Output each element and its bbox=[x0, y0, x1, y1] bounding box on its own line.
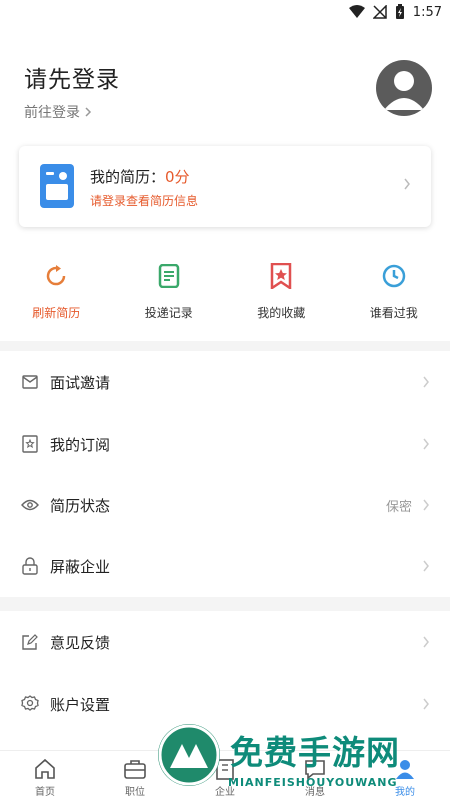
user-icon bbox=[393, 757, 417, 781]
resume-status-value: 保密 bbox=[385, 499, 412, 515]
quick-action-label: 我的收藏 bbox=[257, 306, 306, 320]
menu-label: 账户设置 bbox=[50, 695, 111, 714]
quick-action-label: 谁看过我 bbox=[369, 306, 418, 320]
go-login-link[interactable]: 前往登录 bbox=[24, 102, 92, 122]
chevron-right-icon bbox=[422, 697, 430, 711]
battery-icon bbox=[395, 4, 405, 20]
bottom-nav: 首页 职位 企业 消息 我的 bbox=[0, 750, 450, 800]
wifi-icon bbox=[348, 5, 365, 19]
quick-action-label: 刷新简历 bbox=[32, 306, 81, 320]
nav-me[interactable]: 我的 bbox=[360, 751, 450, 800]
resume-icon bbox=[40, 164, 74, 208]
quick-action-favorites[interactable]: 我的收藏 bbox=[225, 262, 338, 326]
nav-companies[interactable]: 企业 bbox=[180, 751, 270, 800]
status-time: 1:57 bbox=[412, 4, 442, 20]
quick-actions: 刷新简历 投递记录 我的收藏 谁看过我 bbox=[0, 262, 450, 326]
go-login-label: 前往登录 bbox=[24, 105, 80, 121]
menu-item-resume-status[interactable]: 简历状态 保密 bbox=[0, 474, 450, 536]
menu-item-account-settings[interactable]: 账户设置 bbox=[0, 673, 450, 735]
profile-header: 请先登录 前往登录 bbox=[24, 50, 434, 130]
nav-messages[interactable]: 消息 bbox=[270, 751, 360, 800]
chevron-right-icon bbox=[422, 635, 430, 649]
nav-label: 企业 bbox=[215, 787, 235, 798]
menu-item-feedback[interactable]: 意见反馈 bbox=[0, 611, 450, 673]
status-bar: 1:57 bbox=[0, 0, 450, 24]
building-icon bbox=[213, 757, 237, 781]
menu-label: 面试邀请 bbox=[50, 373, 111, 392]
lock-icon bbox=[21, 557, 39, 575]
mail-icon bbox=[21, 373, 39, 391]
resume-card[interactable]: 我的简历：0分 请登录查看简历信息 bbox=[19, 146, 431, 227]
quick-action-delivery-records[interactable]: 投递记录 bbox=[113, 262, 226, 326]
settings-icon bbox=[21, 695, 39, 713]
refresh-icon bbox=[42, 262, 70, 290]
resume-title: 我的简历：0分 bbox=[90, 166, 190, 187]
quick-action-label: 投递记录 bbox=[144, 306, 193, 320]
chevron-right-icon bbox=[422, 437, 430, 451]
bookmark-star-icon bbox=[267, 262, 295, 290]
menu-label: 意见反馈 bbox=[50, 633, 111, 652]
nav-home[interactable]: 首页 bbox=[0, 751, 90, 800]
section-divider bbox=[0, 597, 450, 611]
message-icon bbox=[303, 757, 327, 781]
section-divider bbox=[0, 341, 450, 351]
quick-action-who-viewed-me[interactable]: 谁看过我 bbox=[338, 262, 450, 326]
no-signal-icon bbox=[372, 5, 387, 19]
login-prompt-title[interactable]: 请先登录 bbox=[24, 60, 120, 94]
resume-subtitle: 请登录查看简历信息 bbox=[90, 194, 199, 208]
quick-action-refresh-resume[interactable]: 刷新简历 bbox=[0, 262, 113, 326]
subscription-icon bbox=[21, 435, 39, 453]
menu-label: 屏蔽企业 bbox=[50, 557, 111, 576]
briefcase-icon bbox=[123, 757, 147, 781]
nav-jobs[interactable]: 职位 bbox=[90, 751, 180, 800]
nav-label: 首页 bbox=[35, 787, 55, 798]
edit-icon bbox=[21, 633, 39, 651]
nav-label: 职位 bbox=[125, 787, 145, 798]
nav-label: 消息 bbox=[305, 787, 325, 798]
chevron-right-icon bbox=[422, 375, 430, 389]
menu-item-block-companies[interactable]: 屏蔽企业 bbox=[0, 535, 450, 597]
resume-title-label: 我的简历： bbox=[90, 168, 166, 186]
chevron-right-icon bbox=[403, 176, 411, 195]
home-icon bbox=[33, 757, 57, 781]
clock-icon bbox=[380, 262, 408, 290]
resume-score: 0分 bbox=[165, 168, 190, 186]
chevron-right-icon bbox=[422, 559, 430, 573]
menu-label: 简历状态 bbox=[50, 496, 111, 515]
menu-item-interview-invitations[interactable]: 面试邀请 bbox=[0, 351, 450, 413]
chevron-right-icon bbox=[85, 107, 92, 117]
nav-label: 我的 bbox=[395, 787, 415, 798]
chevron-right-icon bbox=[422, 498, 430, 512]
menu-label: 我的订阅 bbox=[50, 435, 111, 454]
avatar[interactable] bbox=[376, 60, 432, 116]
menu-item-my-subscriptions[interactable]: 我的订阅 bbox=[0, 413, 450, 475]
document-icon bbox=[155, 262, 183, 290]
eye-icon bbox=[21, 496, 39, 514]
